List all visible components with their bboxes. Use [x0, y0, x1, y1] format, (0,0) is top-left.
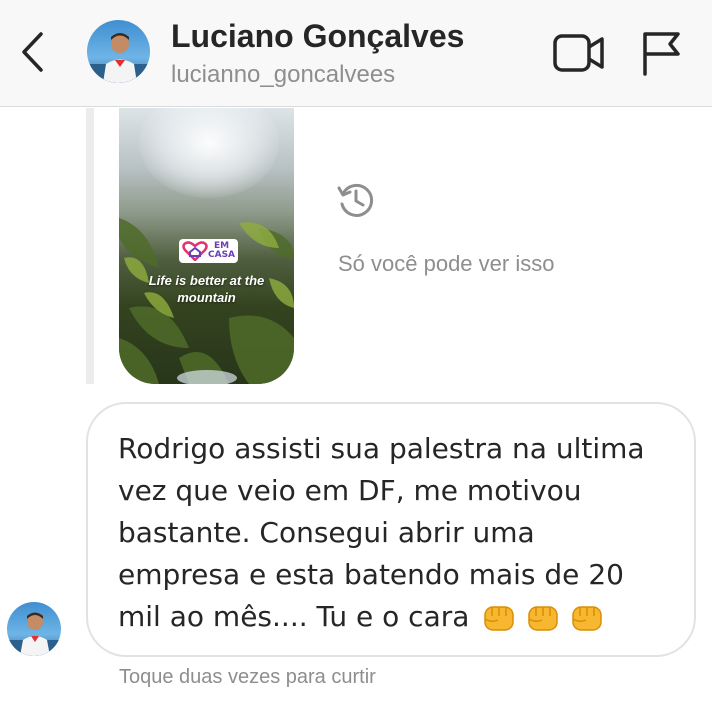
- visibility-note: Só você pode ver isso: [338, 251, 555, 276]
- sender-avatar[interactable]: [7, 602, 61, 656]
- fist-bump-icon: [572, 606, 603, 631]
- emcasa-label: EM CASA: [208, 242, 235, 260]
- double-tap-hint: Toque duas vezes para curtir: [119, 666, 376, 688]
- story-thumbnail[interactable]: EM CASA Life is better at the mountain: [119, 108, 294, 384]
- story-caption: Life is better at the mountain: [148, 273, 265, 305]
- report-button[interactable]: [640, 30, 682, 76]
- back-button[interactable]: [12, 28, 52, 76]
- contact-username: lucianno_goncalvees: [171, 61, 396, 88]
- video-camera-icon: [553, 34, 604, 72]
- emcasa-sticker: EM CASA: [179, 239, 239, 263]
- message-bubble[interactable]: Rodrigo assisti sua palestra na ultima v…: [86, 402, 696, 657]
- message-text-block: Rodrigo assisti sua palestra na ultima v…: [118, 428, 664, 638]
- emoji-group: [482, 602, 604, 634]
- contact-name[interactable]: Luciano Gonçalves: [171, 18, 464, 55]
- chat-header: Luciano Gonçalves lucianno_goncalvees: [0, 0, 712, 107]
- chevron-left-icon: [22, 32, 43, 72]
- avatar[interactable]: [87, 20, 150, 83]
- video-call-button[interactable]: [552, 32, 606, 74]
- flag-icon: [643, 32, 680, 76]
- fist-bump-icon: [528, 606, 559, 631]
- emcasa-label-line2: CASA: [208, 250, 236, 260]
- history-icon: [337, 183, 374, 217]
- heart-house-icon: [182, 241, 208, 261]
- reply-indicator-bar: [86, 108, 94, 384]
- fist-bump-icon: [484, 606, 515, 631]
